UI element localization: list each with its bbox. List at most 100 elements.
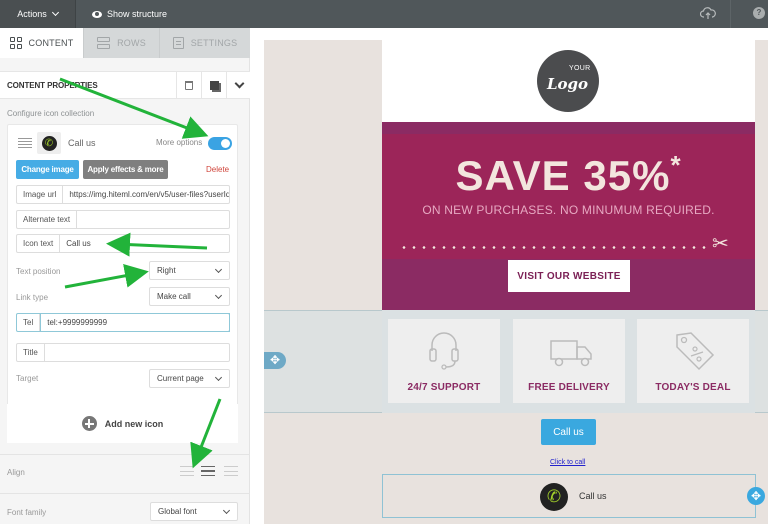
tab-content-label: CONTENT (28, 38, 74, 48)
align-right-button[interactable] (224, 466, 238, 476)
show-structure-button[interactable]: Show structure (92, 0, 167, 28)
logo-small-text: YOUR (569, 65, 591, 72)
content-properties-title: CONTENT PROPERTIES (7, 81, 98, 90)
link-type-value: Make call (157, 292, 191, 301)
chevron-down-icon (214, 291, 223, 300)
feature-deal: TODAY'S DEAL (637, 319, 749, 403)
promo-panel: SAVE 35%* ON NEW PURCHASES. NO MINUMUM R… (382, 134, 755, 259)
duplicate-block-button[interactable] (201, 72, 226, 99)
font-family-label: Font family (7, 508, 47, 517)
promo-subline: ON NEW PURCHASES. NO MINUMUM REQUIRED. (422, 203, 715, 217)
text-position-label: Text position (16, 267, 61, 276)
tab-rows-label: ROWS (117, 38, 146, 48)
actions-label: Actions (17, 9, 47, 19)
feature-support-label: 24/7 SUPPORT (407, 382, 481, 393)
icon-collection-block[interactable]: ✆ Call us (382, 474, 756, 518)
email-canvas: YOUR Logo SAVE 35%* ON NEW PURCHASES. NO… (251, 28, 768, 524)
left-sidebar: CONTENT ROWS SETTINGS CONTENT PROPERTIES… (0, 28, 250, 524)
move-row-handle[interactable]: ✥ (264, 352, 286, 369)
font-family-select[interactable]: Global font (150, 502, 238, 521)
icon-text[interactable]: Call us (579, 491, 607, 501)
icon-text-input[interactable]: Call us (60, 235, 229, 252)
eye-icon (92, 10, 102, 18)
sidebar-tabs: CONTENT ROWS SETTINGS (0, 28, 250, 58)
target-select[interactable]: Current page (149, 369, 230, 388)
align-left-button[interactable] (180, 466, 194, 476)
more-options-toggle[interactable] (208, 137, 232, 150)
target-label: Target (16, 374, 39, 383)
apply-effects-button[interactable]: Apply effects & more (83, 160, 168, 179)
link-type-label: Link type (16, 293, 49, 302)
logo: YOUR Logo (537, 50, 599, 112)
plus-circle-icon (81, 416, 97, 431)
alternate-text-input[interactable] (77, 211, 229, 228)
actions-menu-button[interactable]: Actions (0, 0, 76, 28)
collapse-panel-button[interactable] (226, 72, 251, 99)
call-us-button[interactable]: Call us (541, 419, 596, 445)
chevron-down-icon (234, 78, 244, 89)
tab-rows[interactable]: ROWS (84, 28, 160, 58)
feature-deal-label: TODAY'S DEAL (655, 382, 731, 393)
image-url-label: Image url (17, 186, 64, 203)
truck-icon (550, 340, 592, 367)
cloud-upload-icon[interactable] (700, 6, 716, 20)
promo-headline-text: SAVE 35% (455, 152, 671, 199)
configure-icon-collection-label: Configure icon collection (7, 109, 95, 118)
divider (0, 454, 250, 455)
target-value: Current page (157, 374, 204, 383)
image-url-input[interactable]: https://img.hiteml.com/en/v5/user-files?… (63, 186, 229, 203)
headset-icon (429, 332, 459, 370)
image-url-field: Image url https://img.hiteml.com/en/v5/u… (16, 185, 230, 204)
alternate-text-field: Alternate text (16, 210, 230, 229)
content-properties-header: CONTENT PROPERTIES (0, 71, 250, 99)
tab-settings-label: SETTINGS (190, 38, 238, 48)
tab-content[interactable]: CONTENT (0, 28, 84, 58)
promo-headline: SAVE 35%* (382, 150, 755, 200)
align-label: Align (7, 468, 25, 477)
drag-handle-icon[interactable] (18, 138, 32, 148)
toolbar-divider (730, 0, 731, 28)
icon-text-field: Icon text Call us (16, 234, 230, 253)
scissors-icon: ✂ (712, 233, 729, 255)
font-family-value: Global font (158, 507, 197, 516)
duplicate-icon (209, 81, 219, 90)
logo-script-text: Logo (547, 75, 589, 93)
phone-icon[interactable]: ✆ (540, 483, 568, 511)
chevron-down-icon (214, 265, 223, 274)
trash-icon (185, 81, 193, 90)
icon-text-label: Icon text (17, 235, 61, 252)
add-new-icon-label: Add new icon (104, 418, 164, 429)
delete-block-button[interactable] (176, 72, 201, 99)
chevron-down-icon (222, 506, 231, 515)
text-position-value: Right (157, 266, 176, 275)
delete-icon-button[interactable]: Delete (206, 165, 229, 174)
tel-input[interactable]: tel:+9999999999 (40, 313, 230, 332)
link-type-select[interactable]: Make call (149, 287, 230, 306)
icon-item-card: ✆ Call us More options Change image Appl… (7, 124, 238, 422)
title-input[interactable] (45, 344, 229, 361)
change-image-button[interactable]: Change image (16, 160, 79, 179)
dotted-cut-line (399, 246, 707, 249)
title-field: Title (16, 343, 230, 362)
feature-support: 24/7 SUPPORT (388, 319, 500, 403)
tel-label: Tel (17, 314, 41, 331)
rows-icon (97, 37, 111, 49)
visit-website-button[interactable]: VISIT OUR WEBSITE (508, 260, 630, 292)
add-new-icon-button[interactable]: Add new icon (7, 404, 238, 443)
phone-icon: ✆ (41, 135, 57, 151)
promo-row[interactable]: SAVE 35%* ON NEW PURCHASES. NO MINUMUM R… (382, 122, 755, 310)
tel-field: Tel tel:+9999999999 (16, 313, 230, 332)
align-center-button[interactable] (201, 466, 215, 476)
features-row[interactable]: 24/7 SUPPORT FREE DELIVERY TODAY'S DEAL (382, 310, 755, 413)
click-to-call-link[interactable]: Click to call (550, 459, 585, 466)
tab-settings[interactable]: SETTINGS (160, 28, 250, 58)
top-toolbar: Actions Show structure ? (0, 0, 768, 28)
alternate-text-label: Alternate text (17, 211, 78, 228)
email-header-row[interactable]: YOUR Logo (382, 40, 755, 122)
help-icon[interactable]: ? (753, 7, 765, 19)
text-position-select[interactable]: Right (149, 261, 230, 280)
icon-item-name: Call us (68, 138, 96, 148)
icon-thumbnail: ✆ (37, 132, 61, 154)
move-block-handle[interactable]: ✥ (747, 487, 765, 505)
chevron-down-icon (214, 373, 223, 382)
